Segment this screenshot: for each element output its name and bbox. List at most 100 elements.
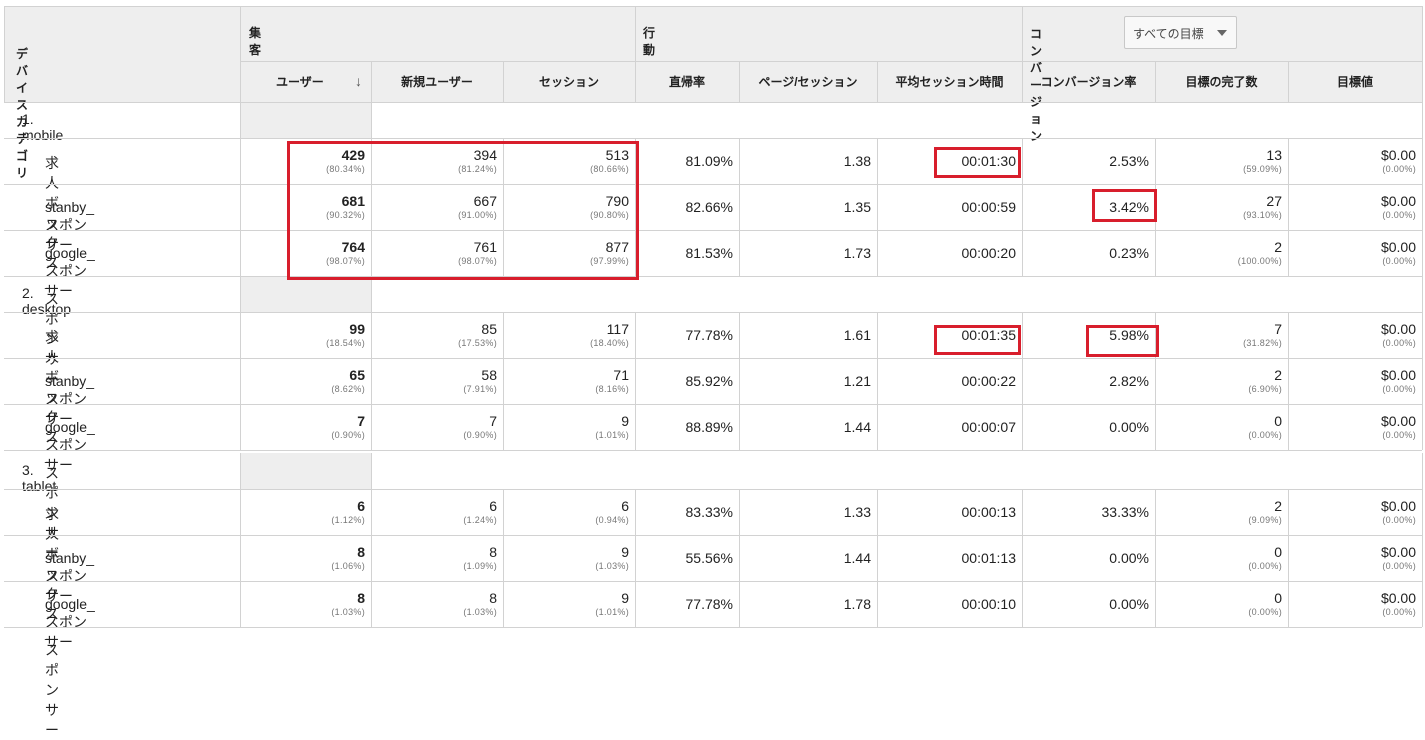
metric-percent: (0.00%) xyxy=(1382,164,1416,174)
grid-line xyxy=(4,138,1422,139)
metric-value: 0 xyxy=(1274,590,1282,606)
grid-line xyxy=(503,489,504,535)
grid-line xyxy=(1288,230,1289,276)
metric-value: 6 xyxy=(357,498,365,514)
metric-value: 0.00% xyxy=(1109,596,1149,612)
grid-line xyxy=(877,404,878,450)
col-pages-per-session[interactable]: ページ/セッション xyxy=(739,73,877,90)
grid-line xyxy=(503,61,504,102)
metric-value: $0.00 xyxy=(1380,147,1416,163)
highlight-box-conv-desktop xyxy=(1086,325,1159,357)
col-users[interactable]: ユーザー xyxy=(240,73,370,90)
grid-line xyxy=(1022,489,1023,535)
grid-line xyxy=(240,102,241,138)
grid-line xyxy=(635,489,636,535)
metric-percent: (9.09%) xyxy=(1248,515,1282,525)
grid-line xyxy=(1022,6,1023,102)
metric-value: 1.33 xyxy=(843,504,871,520)
metric-percent: (0.00%) xyxy=(1248,430,1282,440)
metric-value: 1.73 xyxy=(843,245,871,261)
col-goal-value[interactable]: 目標値 xyxy=(1288,73,1422,90)
grid-line xyxy=(503,404,504,450)
col-conversion-rate[interactable]: コンバージョン率 xyxy=(1022,73,1155,90)
metric-value: 2 xyxy=(1274,498,1282,514)
grid-line xyxy=(371,61,372,102)
metric-value: 7 xyxy=(357,413,365,429)
grid-line xyxy=(371,102,372,138)
metric-value: $0.00 xyxy=(1380,321,1416,337)
metric-value: 1.35 xyxy=(843,199,871,215)
row-label[interactable]: google_スポンサー xyxy=(45,596,95,652)
metric-percent: (18.54%) xyxy=(326,338,365,348)
grid-line xyxy=(1288,184,1289,230)
grid-line xyxy=(877,581,878,627)
sort-down-icon[interactable]: ↓ xyxy=(355,73,362,89)
metric-percent: (0.00%) xyxy=(1382,607,1416,617)
metric-value: 2.53% xyxy=(1109,153,1149,169)
grid-line xyxy=(240,453,241,489)
metric-value: 55.56% xyxy=(685,550,733,566)
grid-line xyxy=(1422,138,1423,184)
metric-percent: (0.90%) xyxy=(463,430,497,440)
grid-line xyxy=(503,581,504,627)
grid-line xyxy=(4,6,5,102)
grid-line xyxy=(877,489,878,535)
grid-line xyxy=(635,404,636,450)
grid-line xyxy=(1022,358,1023,404)
grid-line xyxy=(877,230,878,276)
metric-value: 77.78% xyxy=(685,596,733,612)
metric-value: $0.00 xyxy=(1380,367,1416,383)
grid-line xyxy=(877,535,878,581)
metric-percent: (0.00%) xyxy=(1382,210,1416,220)
grid-line xyxy=(1288,312,1289,358)
metric-percent: (0.00%) xyxy=(1382,515,1416,525)
metric-value: 8 xyxy=(489,544,497,560)
grid-line xyxy=(1288,138,1289,184)
grid-line xyxy=(371,581,372,627)
grid-line xyxy=(240,61,1422,62)
metric-percent: (0.00%) xyxy=(1382,561,1416,571)
col-sessions[interactable]: セッション xyxy=(503,73,635,90)
grid-line xyxy=(1422,102,1423,138)
grid-line xyxy=(739,138,740,184)
grid-line xyxy=(1422,276,1423,312)
highlight-box-duration-mobile xyxy=(934,147,1021,178)
metric-percent: (1.01%) xyxy=(595,607,629,617)
metric-value: 1.44 xyxy=(843,550,871,566)
grid-line xyxy=(1422,489,1423,535)
grid-line xyxy=(4,312,1422,313)
grid-line xyxy=(4,450,1422,451)
grid-line xyxy=(240,535,241,581)
col-new-users[interactable]: 新規ユーザー xyxy=(371,73,503,90)
grid-line xyxy=(240,230,241,276)
metric-value: 0.23% xyxy=(1109,245,1149,261)
grid-line xyxy=(371,312,372,358)
grid-line xyxy=(240,489,241,535)
grid-line xyxy=(240,358,241,404)
metric-value: $0.00 xyxy=(1380,498,1416,514)
grid-line xyxy=(739,312,740,358)
col-bounce-rate[interactable]: 直帰率 xyxy=(635,73,739,90)
grid-line xyxy=(240,6,241,102)
metric-value: 88.89% xyxy=(685,419,733,435)
col-avg-session-duration[interactable]: 平均セッション時間 xyxy=(877,73,1022,90)
grid-line xyxy=(739,184,740,230)
metric-percent: (0.00%) xyxy=(1382,338,1416,348)
grid-line xyxy=(1288,358,1289,404)
grid-line xyxy=(1288,581,1289,627)
grid-line xyxy=(4,184,1422,185)
grid-line xyxy=(739,489,740,535)
col-goal-completions[interactable]: 目標の完了数 xyxy=(1155,73,1288,90)
group-acquisition: 集客 xyxy=(249,26,262,57)
metric-percent: (0.00%) xyxy=(1382,384,1416,394)
grid-line xyxy=(1422,535,1423,581)
metric-percent: (93.10%) xyxy=(1243,210,1282,220)
grid-line xyxy=(371,358,372,404)
metric-value: 1.38 xyxy=(843,153,871,169)
metric-value: $0.00 xyxy=(1380,193,1416,209)
metric-percent: (1.03%) xyxy=(463,607,497,617)
metric-percent: (6.90%) xyxy=(1248,384,1282,394)
metric-value: 8 xyxy=(357,590,365,606)
grid-line xyxy=(4,358,1422,359)
goal-dropdown[interactable]: すべての目標 xyxy=(1124,16,1237,49)
